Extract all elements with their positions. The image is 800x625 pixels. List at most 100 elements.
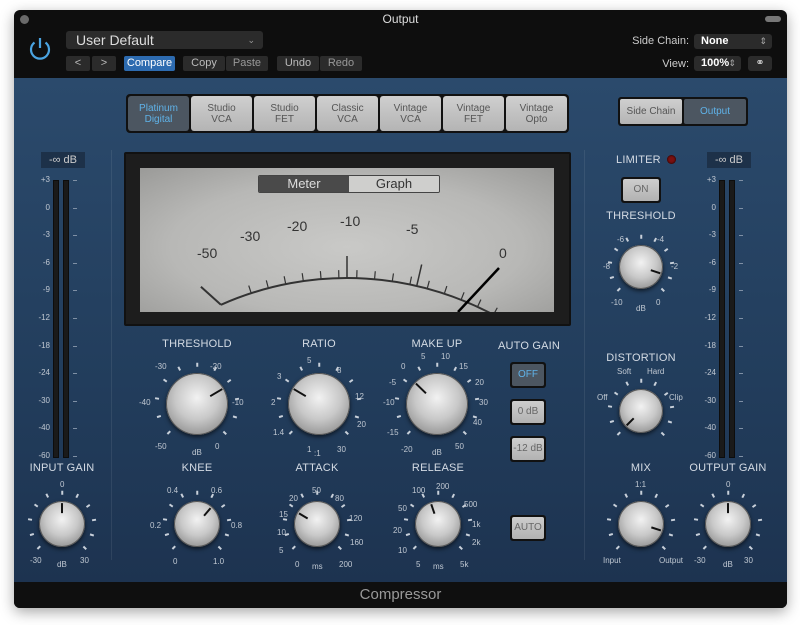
sidechain-output-toggle: Side Chain Output [618, 97, 748, 126]
attack-knob[interactable] [294, 501, 340, 547]
compare-button[interactable]: Compare [124, 56, 175, 71]
mode-button[interactable]: Vintage Opto [506, 96, 567, 131]
vu-minor-tick [301, 273, 304, 282]
chevron-down-icon: ⌄ [247, 35, 255, 45]
meter-tick [739, 428, 743, 430]
vu-minor-tick [426, 280, 430, 289]
meter-tick [73, 428, 77, 430]
power-icon[interactable] [26, 34, 54, 62]
limiter-on-label: ON [623, 179, 659, 201]
meter-scale-label: -40 [704, 423, 716, 433]
knob-indicator [203, 507, 212, 517]
mode-button[interactable]: Vintage FET [443, 96, 504, 131]
auto-gain-minus12-button[interactable]: -12 dB [510, 436, 546, 462]
knob-scale-label: 30 [479, 398, 488, 407]
knob-scale-label: -4 [657, 235, 665, 244]
prev-preset-button[interactable]: < [66, 56, 90, 71]
knob-tick [404, 518, 409, 521]
knob-tick [196, 490, 198, 495]
copy-button[interactable]: Copy [183, 56, 225, 71]
vu-scale: -50-30-20 -10 -50 [197, 213, 507, 312]
auto-gain-off-button[interactable]: OFF [510, 362, 546, 388]
knob-scale-label: -10 [383, 398, 395, 407]
meter-tick [739, 345, 743, 347]
limiter-label: LIMITER [616, 154, 661, 166]
knob-scale-label: -15 [387, 428, 399, 437]
knob-scale-label: -8 [603, 262, 611, 271]
mode-button[interactable]: Studio FET [254, 96, 315, 131]
distortion-knob[interactable] [619, 389, 663, 433]
meter-tick [739, 235, 743, 237]
knob-scale-label: 30 [337, 445, 346, 454]
meter-scale-label: -40 [38, 423, 50, 433]
knob-scale-label: 120 [349, 514, 363, 523]
attack-label: ATTACK [295, 462, 339, 474]
preset-name: User Default [76, 32, 154, 48]
knob-tick [640, 490, 642, 495]
knob-unit-label: dB [57, 560, 67, 569]
knob-tick [607, 518, 612, 521]
knob-scale-label: -30 [694, 556, 706, 565]
vu-scale-label: -20 [287, 218, 307, 234]
collapse-pill-icon[interactable] [765, 16, 781, 22]
knob-scale-label: 1k [472, 520, 481, 529]
meter-tick [739, 456, 743, 457]
knee-knob[interactable] [174, 501, 220, 547]
mode-button[interactable]: Platinum Digital [128, 96, 189, 131]
output-gain-label: OUTPUT GAIN [689, 462, 767, 474]
knob-scale-label: 30 [744, 556, 753, 565]
mode-button[interactable]: Studio VCA [191, 96, 252, 131]
threshold-knob[interactable] [166, 373, 228, 435]
meter-bar [63, 180, 69, 458]
link-button[interactable]: ⚭ [748, 56, 772, 71]
paste-button[interactable]: Paste [226, 56, 268, 71]
auto-release-button[interactable]: AUTO [510, 515, 546, 541]
view-zoom-value: 100% [701, 57, 730, 69]
knob-scale-label: -5 [389, 378, 397, 387]
knob-tick [277, 397, 282, 400]
knob-scale-label: 5 [416, 560, 421, 569]
output-view-button[interactable]: Output [684, 99, 746, 124]
knob-scale-label: 20 [475, 378, 484, 387]
knob-unit-label: dB [432, 448, 442, 457]
limiter-threshold-knob[interactable] [619, 245, 663, 289]
make-up-knob[interactable] [406, 373, 468, 435]
knob-scale-label: 0 [726, 480, 731, 489]
side-chain-view-button[interactable]: Side Chain [620, 99, 682, 124]
vu-minor-tick [409, 276, 413, 285]
mode-button[interactable]: Classic VCA [317, 96, 378, 131]
knob-scale-label: -40 [139, 398, 151, 407]
release-knob[interactable] [415, 501, 461, 547]
side-chain-select[interactable]: None ⇕ [694, 34, 772, 49]
vu-major-tick [416, 264, 423, 287]
next-preset-button[interactable]: > [92, 56, 116, 71]
knob-unit-label: dB [192, 448, 202, 457]
view-zoom-select[interactable]: 100% ⇕ [694, 56, 741, 71]
auto-gain-0db-button[interactable]: 0 dB [510, 399, 546, 425]
knob-indicator [415, 383, 427, 395]
ratio-knob[interactable] [288, 373, 350, 435]
meter-scale-label: -12 [38, 313, 50, 322]
knob-scale-label: 10 [398, 546, 407, 555]
knob-scale-label: 2 [271, 398, 276, 407]
mix-knob[interactable] [618, 501, 664, 547]
knob-tick [727, 490, 729, 495]
knob-scale-label: 160 [350, 538, 364, 547]
knob-indicator [209, 388, 223, 398]
meter-scale-label: -6 [42, 257, 50, 267]
knob-scale-label: 1.0 [213, 557, 225, 566]
knob-scale-label: 50 [398, 504, 407, 513]
auto-gain-off-label: OFF [512, 364, 544, 386]
auto-gain-label: AUTO GAIN [497, 340, 561, 352]
output-gain-knob[interactable] [705, 501, 751, 547]
mode-button[interactable]: Vintage VCA [380, 96, 441, 131]
knob-scale-label: 5 [421, 352, 426, 361]
meter-scale-label: +3 [40, 175, 50, 184]
undo-button[interactable]: Undo [277, 56, 319, 71]
input-gain-knob[interactable] [39, 501, 85, 547]
limiter-on-button[interactable]: ON [621, 177, 661, 203]
redo-button[interactable]: Redo [320, 56, 362, 71]
meter-tick [73, 207, 77, 209]
preset-dropdown[interactable]: User Default ⌄ [66, 31, 263, 49]
knob-tick [196, 362, 198, 367]
